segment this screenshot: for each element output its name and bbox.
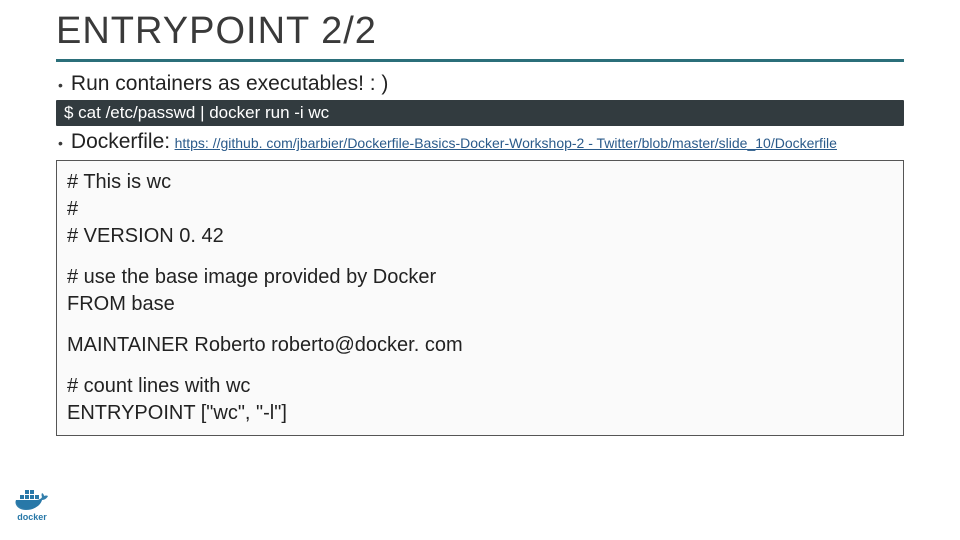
whale-icon bbox=[14, 487, 50, 511]
file-line: # This is wc bbox=[67, 169, 893, 196]
dockerfile-box: # This is wc # # VERSION 0. 42 # use the… bbox=[56, 160, 904, 436]
file-line: ENTRYPOINT ["wc", "-l"] bbox=[67, 400, 893, 427]
bullet-icon: • bbox=[58, 72, 63, 98]
bullet-dockerfile: • Dockerfile: https: //github. com/jbarb… bbox=[56, 130, 904, 156]
file-entrypoint: # count lines with wc ENTRYPOINT ["wc", … bbox=[67, 373, 893, 427]
file-header: # This is wc # # VERSION 0. 42 bbox=[67, 169, 893, 250]
file-line: # VERSION 0. 42 bbox=[67, 223, 893, 250]
logo-text: docker bbox=[10, 512, 54, 522]
command-box: $ cat /etc/passwd | docker run -i wc bbox=[56, 100, 904, 126]
file-from: # use the base image provided by Docker … bbox=[67, 264, 893, 318]
file-line: # use the base image provided by Docker bbox=[67, 264, 893, 291]
file-line: # count lines with wc bbox=[67, 373, 893, 400]
bullet-run-text: Run containers as executables! : ) bbox=[71, 72, 389, 96]
bullet-run: • Run containers as executables! : ) bbox=[56, 72, 904, 98]
file-maintainer: MAINTAINER Roberto roberto@docker. com bbox=[67, 332, 893, 359]
dockerfile-label: Dockerfile: bbox=[71, 130, 170, 153]
dockerfile-link[interactable]: https: //github. com/jbarbier/Dockerfile… bbox=[175, 135, 837, 151]
title-underline bbox=[56, 59, 904, 62]
bullet-dockerfile-text: Dockerfile: https: //github. com/jbarbie… bbox=[71, 130, 837, 154]
file-line: MAINTAINER Roberto roberto@docker. com bbox=[67, 332, 893, 359]
slide-content: ENTRYPOINT 2/2 • Run containers as execu… bbox=[0, 0, 960, 446]
slide-title: ENTRYPOINT 2/2 bbox=[56, 10, 904, 53]
file-line: # bbox=[67, 196, 893, 223]
bullet-icon: • bbox=[58, 130, 63, 156]
file-line: FROM base bbox=[67, 291, 893, 318]
docker-logo: docker bbox=[10, 487, 54, 522]
